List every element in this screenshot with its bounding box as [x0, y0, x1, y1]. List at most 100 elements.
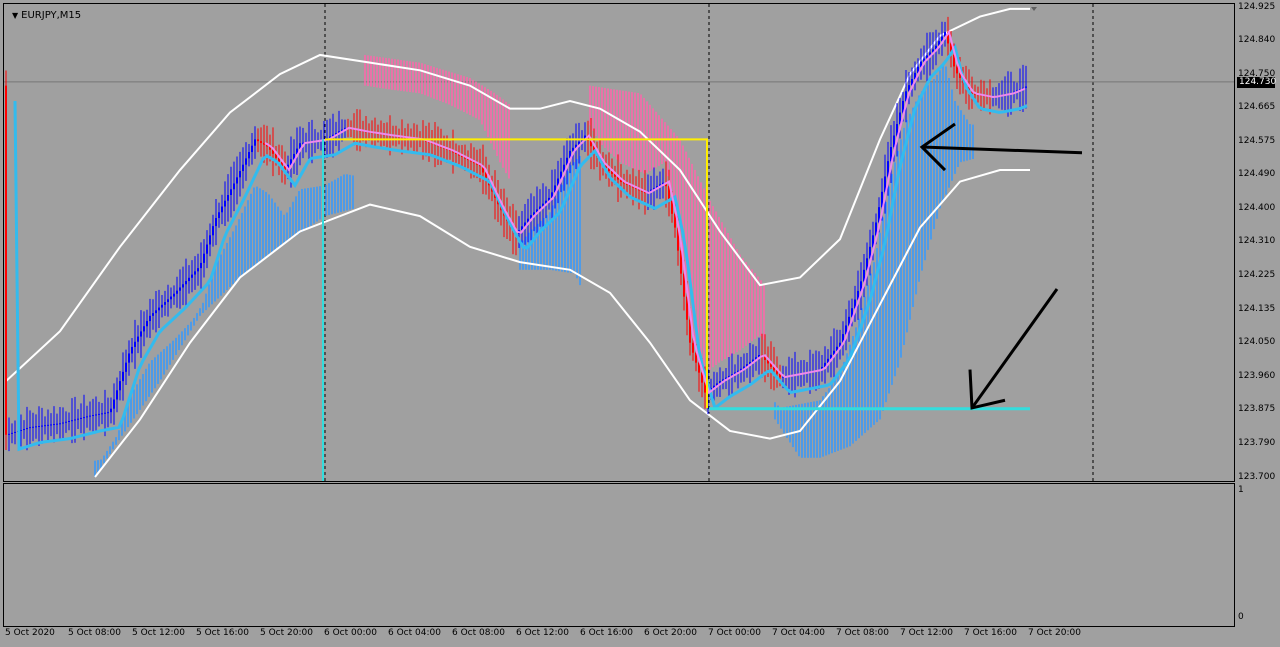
price-tick-label: 123.875: [1238, 404, 1276, 414]
candle-body: [224, 200, 226, 207]
time-tick-label: 6 Oct 08:00: [452, 628, 505, 638]
price-tick-label: 124.400: [1238, 203, 1276, 213]
time-tick-label: 6 Oct 16:00: [580, 628, 633, 638]
price-tick-label: 124.490: [1238, 169, 1276, 179]
candle-body: [146, 321, 148, 327]
time-tick-label: 7 Oct 16:00: [964, 628, 1017, 638]
time-tick-label: 7 Oct 12:00: [900, 628, 953, 638]
candle-body: [101, 413, 103, 415]
price-tick-label: 124.840: [1238, 35, 1276, 45]
candle-body: [218, 212, 220, 219]
price-tick-label: 124.750: [1238, 69, 1276, 79]
candle-body: [200, 262, 202, 269]
candle-body: [137, 336, 139, 342]
time-tick-label: 7 Oct 20:00: [1028, 628, 1081, 638]
price-tick-label: 124.925: [1238, 2, 1276, 12]
candle-body: [65, 421, 67, 423]
candle-body: [11, 432, 13, 434]
candle-body: [104, 412, 106, 414]
candle-body: [251, 145, 253, 153]
candle-body: [116, 390, 118, 400]
candle-body: [83, 417, 85, 419]
candle-body: [35, 426, 37, 428]
candle-body: [128, 353, 130, 363]
time-tick-label: 7 Oct 04:00: [772, 628, 825, 638]
candle-body: [188, 277, 190, 282]
candle-body: [239, 171, 241, 178]
fast-moving-average-line: [13, 43, 1028, 452]
price-chart-pane[interactable]: ▼ EURJPY,M15: [3, 3, 1235, 482]
symbol-label: ▼ EURJPY,M15: [12, 10, 81, 21]
price-chart-canvas[interactable]: [4, 4, 1234, 481]
price-tick-label: 124.135: [1238, 304, 1276, 314]
candle-body: [50, 424, 52, 426]
range-box-line: [325, 138, 708, 408]
candle-body: [209, 235, 211, 245]
candle-body: [956, 66, 958, 74]
time-tick-label: 5 Oct 2020: [5, 628, 55, 638]
candle-body: [182, 284, 184, 288]
candle-body: [122, 371, 124, 382]
time-tick-label: 5 Oct 08:00: [68, 628, 121, 638]
time-tick-label: 6 Oct 00:00: [324, 628, 377, 638]
candle-body: [158, 307, 160, 311]
candle-body: [164, 302, 166, 305]
candle-body: [248, 152, 250, 159]
time-tick-label: 6 Oct 04:00: [388, 628, 441, 638]
candle-body: [53, 424, 55, 426]
symbol-text: EURJPY,M15: [21, 10, 82, 21]
candle-body: [167, 299, 169, 303]
time-tick-label: 7 Oct 08:00: [836, 628, 889, 638]
candle-body: [23, 429, 25, 431]
candle-body: [215, 218, 217, 227]
time-tick-label: 6 Oct 12:00: [516, 628, 569, 638]
price-tick-label: 123.790: [1238, 438, 1276, 448]
candle-body: [206, 244, 208, 254]
time-tick-label: 5 Oct 12:00: [132, 628, 185, 638]
candle-body: [47, 424, 49, 426]
arrow-diagonal-shaft: [970, 288, 1059, 409]
candle-body: [32, 426, 34, 428]
candle-body: [149, 315, 151, 322]
candle-body: [191, 274, 193, 278]
candle-body: [572, 147, 574, 151]
candle-body: [161, 304, 163, 308]
price-tick-label: 123.700: [1238, 472, 1276, 482]
candle-body: [98, 413, 100, 415]
candle-body: [173, 293, 175, 297]
price-tick-label: 124.050: [1238, 337, 1276, 347]
candle-body: [260, 141, 262, 143]
candle-body: [44, 425, 46, 427]
time-tick-label: 5 Oct 16:00: [196, 628, 249, 638]
candle-body: [29, 427, 31, 429]
indicator-subwindow[interactable]: [3, 483, 1235, 627]
candle-body: [176, 290, 178, 294]
candle-body: [170, 296, 172, 300]
candle-body: [254, 139, 256, 146]
candle-body: [212, 226, 214, 236]
candle-body: [236, 177, 238, 184]
candle-body: [197, 268, 199, 272]
chart-shift-marker-icon: [1031, 7, 1037, 11]
candle-body: [80, 417, 82, 419]
candle-body: [14, 431, 16, 433]
candle-body: [89, 415, 91, 417]
candle-body: [1025, 86, 1027, 88]
candle-body: [257, 139, 259, 142]
candle-body: [143, 326, 145, 332]
candle-body: [77, 418, 79, 420]
candle-body: [185, 281, 187, 285]
price-tick-label: 123.960: [1238, 371, 1276, 381]
candle-body: [155, 310, 157, 314]
candle-body: [233, 183, 235, 190]
collapse-triangle-icon[interactable]: ▼: [12, 11, 18, 20]
candle-body: [179, 287, 181, 291]
candle-body: [20, 430, 22, 431]
candle-body: [131, 346, 133, 354]
candle-body: [74, 419, 76, 421]
price-tick-label: 124.665: [1238, 102, 1276, 112]
candle-body: [8, 433, 10, 435]
candle-body: [134, 341, 136, 347]
price-tick-label: 124.310: [1238, 236, 1276, 246]
candle-body: [140, 331, 142, 337]
